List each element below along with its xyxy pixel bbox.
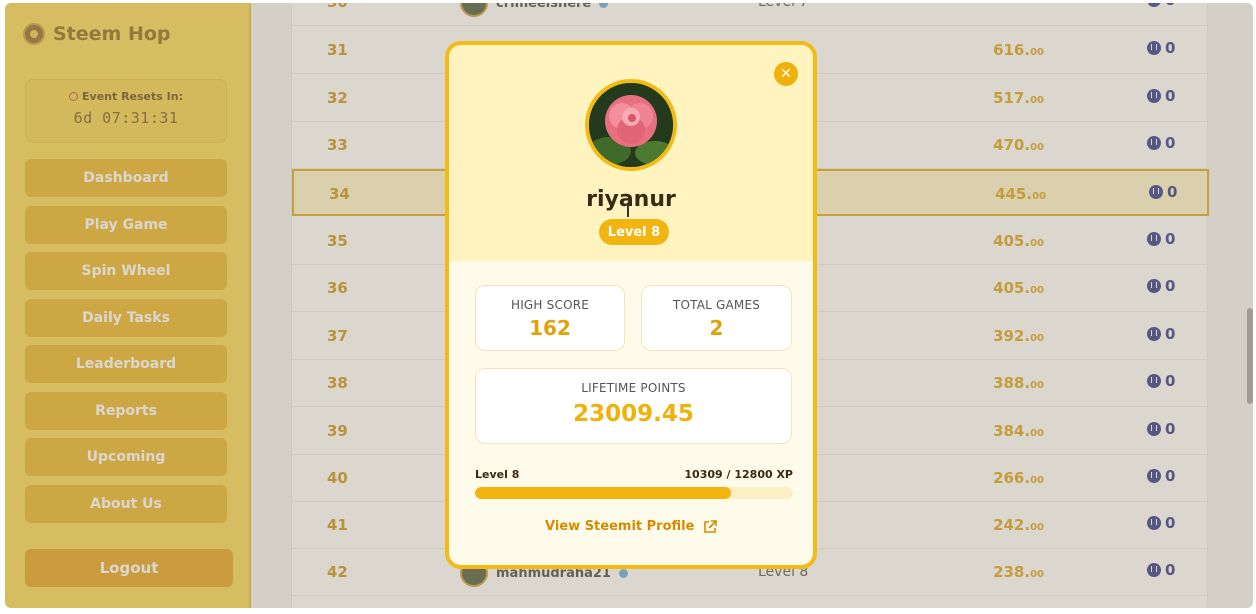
xp-progress-fill [475,487,731,499]
lifetime-points-value: 23009.45 [573,401,694,427]
close-button[interactable]: ✕ [774,62,798,86]
text-cursor-icon [627,203,629,217]
total-games-value: 2 [709,316,724,340]
level-badge: Level 8 [599,219,669,245]
progress-level-label: Level 8 [475,468,520,481]
xp-progress-bar [475,487,793,499]
lifetime-points-card: LIFETIME POINTS 23009.45 [475,368,792,444]
profile-link-label: View Steemit Profile [545,519,695,534]
profile-username: riyanur [586,187,676,212]
avatar [585,79,677,171]
total-games-card: TOTAL GAMES 2 [641,285,792,351]
high-score-label: HIGH SCORE [510,298,590,312]
high-score-card: HIGH SCORE 162 [475,285,625,351]
progress-xp-label: 10309 / 12800 XP [684,468,793,481]
lifetime-points-label: LIFETIME POINTS [581,381,686,395]
close-icon: ✕ [780,66,792,82]
total-games-label: TOTAL GAMES [672,298,761,312]
high-score-value: 162 [529,316,571,340]
external-link-icon [704,519,717,533]
rose-avatar-image [589,83,673,167]
profile-modal: ✕ riyanur Level 8 HIGH SCORE 162 TOTAL G… [445,41,817,569]
steemit-profile-link[interactable]: View Steemit Profile [449,519,813,534]
